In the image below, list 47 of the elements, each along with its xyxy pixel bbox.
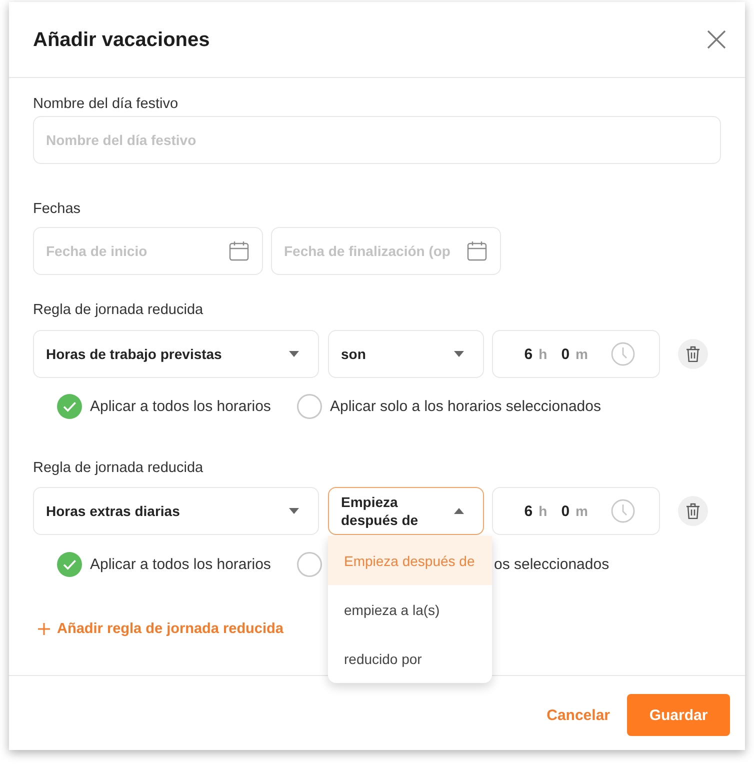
calendar-icon: [229, 241, 249, 261]
delete-rule-button[interactable]: [678, 339, 708, 369]
condition-select[interactable]: Empieza después de: [328, 487, 484, 535]
radio-label: Aplicar solo a los horarios seleccionados: [330, 398, 601, 415]
caret-icon: [454, 508, 464, 514]
field-label: Nombre del día festivo: [33, 95, 178, 113]
start-date-field[interactable]: Fecha de inicio: [33, 227, 263, 275]
hours-input[interactable]: 6: [524, 346, 533, 362]
condition-select[interactable]: son: [328, 330, 484, 378]
caret-icon: [289, 508, 299, 514]
caret-icon: [289, 351, 299, 357]
close-icon: [707, 30, 726, 49]
minutes-unit: m: [576, 503, 588, 519]
radio-label: Aplicar a todos los horarios: [90, 398, 271, 415]
clock-icon: [611, 342, 635, 366]
radio-button[interactable]: [57, 394, 82, 419]
holiday-name-field[interactable]: Nombre del día festivo: [33, 116, 721, 164]
minutes-input[interactable]: 0: [561, 346, 570, 362]
hours-input[interactable]: 6: [524, 502, 533, 520]
duration-field[interactable]: 6 h 0 m: [492, 487, 660, 535]
dialog-title: Añadir vacaciones: [33, 28, 210, 52]
dropdown-option[interactable]: reducido por: [328, 634, 492, 683]
trash-icon: [686, 346, 700, 362]
duration-field[interactable]: 6 h 0 m: [492, 330, 660, 378]
radio-button[interactable]: [297, 552, 322, 577]
field-label: Regla de jornada reducida: [33, 301, 204, 319]
dropdown-option[interactable]: empieza a la(s): [328, 585, 492, 634]
caret-icon: [454, 351, 464, 357]
plus-icon: [38, 623, 50, 635]
radio-label: Aplicar a todos los horarios: [90, 556, 271, 573]
delete-rule-button[interactable]: [678, 496, 708, 526]
field-label: Fechas: [33, 200, 81, 218]
metric-select[interactable]: Horas de trabajo previstas: [33, 330, 319, 378]
end-date-field[interactable]: Fecha de finalización (op: [271, 227, 501, 275]
close-button[interactable]: [707, 30, 726, 49]
calendar-icon: [467, 241, 487, 261]
minutes-input[interactable]: 0: [561, 502, 570, 520]
metric-select[interactable]: Horas extras diarias: [33, 487, 319, 535]
radio-button[interactable]: [297, 394, 322, 419]
radio-button[interactable]: [57, 552, 82, 577]
hours-unit: h: [538, 346, 548, 362]
hours-unit: h: [538, 503, 548, 519]
trash-icon: [686, 503, 700, 519]
radio-label: os seleccionados: [494, 556, 610, 573]
clock-icon: [611, 499, 635, 523]
minutes-unit: m: [576, 346, 588, 362]
field-label: Regla de jornada reducida: [33, 459, 204, 477]
